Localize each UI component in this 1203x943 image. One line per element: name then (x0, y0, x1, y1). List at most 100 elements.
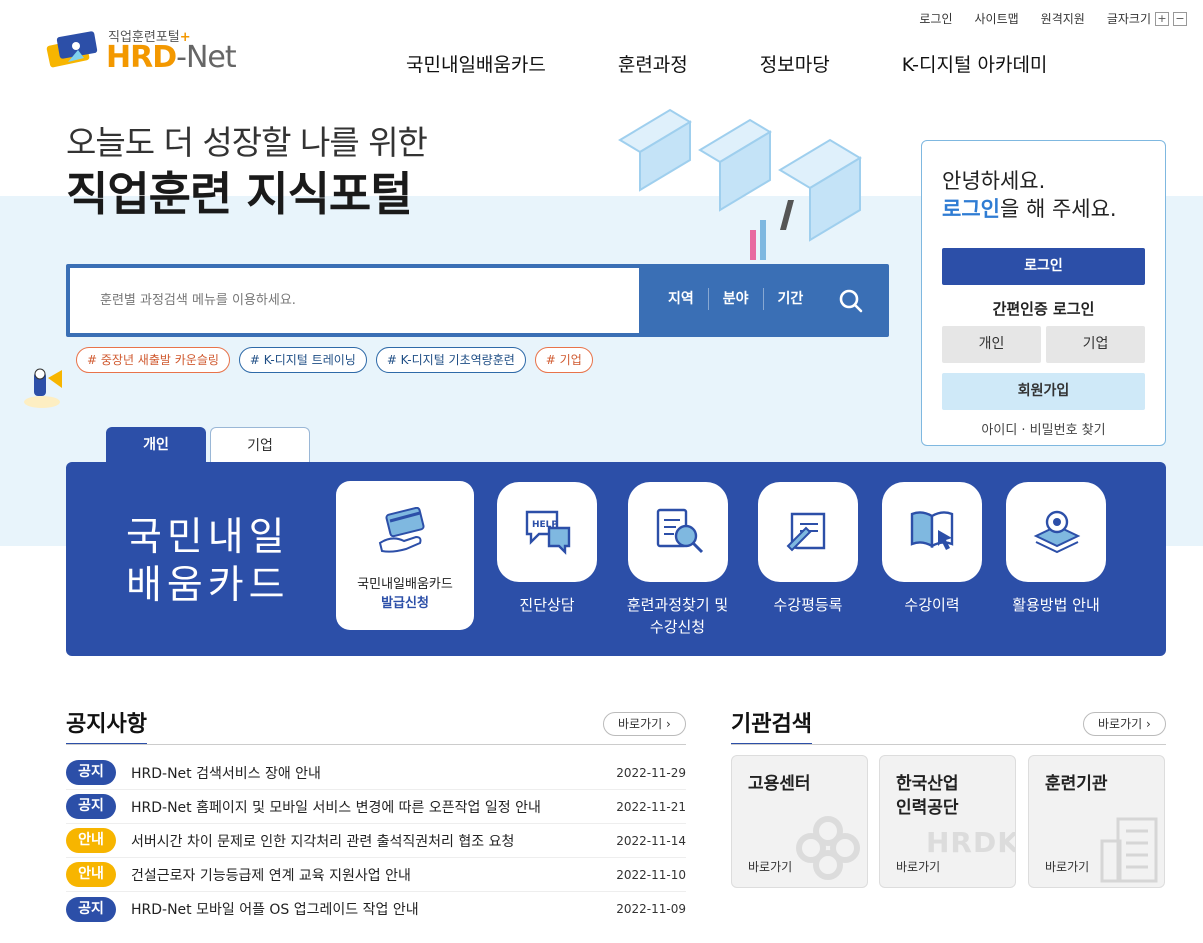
institution-divider (731, 744, 1166, 745)
course-search-label: 훈련과정찾기 및 수강신청 (626, 596, 729, 636)
history-label: 수강이력 (904, 596, 960, 614)
notice-badge: 공지 (66, 760, 116, 785)
clover-watermark-icon (796, 816, 860, 880)
institution-go-link[interactable]: 바로가기 (896, 858, 940, 875)
find-id-password-link[interactable]: 아이디 · 비밀번호 찾기 (922, 419, 1165, 438)
course-search-input[interactable] (70, 268, 639, 333)
notice-title[interactable]: 서버시간 차이 문제로 인한 지각처리 관련 출석직권처리 협조 요청 (131, 831, 616, 851)
tab-company[interactable]: 기업 (210, 427, 310, 463)
notice-badge: 안내 (66, 862, 116, 887)
card-issue-label-1: 국민내일배움카드 (357, 577, 453, 592)
naeil-card-panel: 국민내일 배움카드 국민내일배움카드 발급신청 HELP 진단상담 훈련과정찾기… (66, 462, 1166, 656)
notice-row[interactable]: 공지 HRD-Net 홈페이지 및 모바일 서비스 변경에 따른 오픈작업 일정… (66, 790, 686, 824)
gear-stack-icon (1033, 510, 1081, 554)
nav-naeil-card[interactable]: 국민내일배움카드 (370, 50, 582, 77)
institution-card-training-org[interactable]: 훈련기관 바로가기 (1028, 755, 1165, 888)
util-login-link[interactable]: 로그인 (919, 10, 952, 27)
institution-name: 훈련기관 (1045, 774, 1108, 794)
hrd-net-logo[interactable]: 직업훈련포털+ HRD-Net (46, 22, 246, 78)
service-history[interactable]: 수강이력 (882, 482, 982, 616)
institution-section-title: 기관검색 (731, 706, 812, 745)
scroll-pen-icon (786, 512, 826, 552)
font-size-control: 글자크기 + − (1107, 10, 1187, 27)
card-hand-icon (378, 507, 425, 553)
notice-date: 2022-11-09 (616, 902, 686, 916)
service-consulting[interactable]: HELP 진단상담 (497, 482, 597, 616)
notice-row[interactable]: 안내 서버시간 차이 문제로 인한 지각처리 관련 출석직권처리 협조 요청 2… (66, 824, 686, 858)
guide-tile[interactable] (1006, 482, 1106, 582)
notice-row[interactable]: 안내 건설근로자 기능등급제 연계 교육 지원사업 안내 2022-11-10 (66, 858, 686, 892)
hashtag-k-digital-training[interactable]: # K-디지털 트레이닝 (238, 347, 367, 373)
notice-badge: 공지 (66, 794, 116, 819)
building-watermark-icon (1100, 817, 1158, 883)
nav-info[interactable]: 정보마당 (724, 50, 866, 77)
consulting-tile[interactable]: HELP (497, 482, 597, 582)
filter-field[interactable]: 분야 (709, 288, 764, 310)
document-magnifier-icon (656, 508, 703, 554)
notice-row[interactable]: 공지 HRD-Net 모바일 어플 OS 업그레이드 작업 안내 2022-11… (66, 892, 686, 926)
card-issue-tile[interactable]: 국민내일배움카드 발급신청 (336, 481, 474, 630)
notice-title[interactable]: HRD-Net 모바일 어플 OS 업그레이드 작업 안내 (131, 899, 616, 919)
panel-title: 국민내일 배움카드 (126, 515, 290, 608)
course-search-bar: 지역 분야 기간 (66, 264, 889, 337)
service-guide[interactable]: 활용방법 안내 (996, 482, 1116, 616)
hashtag-list: # 중장년 새출발 카운슬링 # K-디지털 트레이닝 # K-디지털 기초역량… (76, 347, 593, 373)
util-sitemap-link[interactable]: 사이트맵 (974, 10, 1018, 27)
institution-go-link[interactable]: 바로가기 (748, 858, 792, 875)
course-search-tile[interactable] (627, 482, 728, 582)
notice-row[interactable]: 공지 HRD-Net 검색서비스 장애 안내 2022-11-29 (66, 756, 686, 790)
hashtag-k-digital-basic[interactable]: # K-디지털 기초역량훈련 (375, 347, 526, 373)
login-greeting: 안녕하세요. 로그인을 해 주세요. (942, 169, 1117, 221)
login-button[interactable]: 로그인 (942, 248, 1145, 285)
signup-button[interactable]: 회원가입 (942, 373, 1145, 410)
notice-title[interactable]: HRD-Net 검색서비스 장애 안내 (131, 763, 616, 783)
institution-name: 고용센터 (748, 774, 811, 794)
guide-label: 활용방법 안내 (1012, 596, 1100, 614)
util-remote-support-link[interactable]: 원격지원 (1041, 10, 1085, 27)
card-issue-service[interactable]: 국민내일배움카드 발급신청 (336, 481, 474, 630)
notice-section-title: 공지사항 (66, 706, 147, 745)
hashtag-company[interactable]: # 기업 (534, 347, 593, 373)
notice-date: 2022-11-29 (616, 765, 686, 780)
service-course-search[interactable]: 훈련과정찾기 및 수강신청 (610, 482, 745, 638)
notice-title[interactable]: HRD-Net 홈페이지 및 모바일 서비스 변경에 따른 오픈작업 일정 안내 (131, 797, 616, 817)
hrdk-watermark: HRDK (926, 826, 1016, 859)
notice-more-button[interactable]: 바로가기 › (603, 712, 686, 736)
institution-name: 한국산업 인력공단 (896, 774, 959, 818)
easy-login-personal-button[interactable]: 개인 (942, 326, 1041, 363)
font-increase-button[interactable]: + (1155, 11, 1169, 26)
service-review[interactable]: 수강평등록 (748, 482, 868, 616)
logo-mark-icon (46, 31, 98, 68)
book-cursor-icon (910, 511, 954, 550)
institution-card-employment-center[interactable]: 고용센터 바로가기 (731, 755, 868, 888)
card-issue-label-2: 발급신청 (381, 596, 429, 611)
institution-more-button[interactable]: 바로가기 › (1083, 712, 1166, 736)
filter-region[interactable]: 지역 (654, 288, 709, 310)
font-decrease-button[interactable]: − (1173, 11, 1187, 26)
easy-login-heading: 간편인증 로그인 (992, 300, 1095, 318)
nav-training-course[interactable]: 훈련과정 (582, 50, 724, 77)
nav-k-digital-academy[interactable]: K-디지털 아카데미 (866, 50, 1084, 77)
hero-subtitle: 오늘도 더 성장할 나를 위한 (66, 123, 428, 162)
main-navigation: 국민내일배움카드 훈련과정 정보마당 K-디지털 아카데미 (370, 50, 1083, 77)
filter-period[interactable]: 기간 (764, 288, 818, 310)
logo-wordmark: HRD-Net (106, 40, 237, 75)
help-bubble-icon: HELP (525, 510, 571, 555)
review-tile[interactable] (758, 482, 858, 582)
easy-login-company-button[interactable]: 기업 (1046, 326, 1145, 363)
notice-date: 2022-11-10 (616, 867, 686, 882)
utility-bar: 로그인 사이트맵 원격지원 글자크기 + − (919, 10, 1187, 27)
tab-personal[interactable]: 개인 (106, 427, 206, 463)
review-label: 수강평등록 (773, 596, 843, 614)
institution-card-hrdk[interactable]: 한국산업 인력공단 HRDK 바로가기 (879, 755, 1016, 888)
institution-go-link[interactable]: 바로가기 (1045, 858, 1089, 875)
notice-title[interactable]: 건설근로자 기능등급제 연계 교육 지원사업 안내 (131, 865, 616, 885)
history-tile[interactable] (882, 482, 982, 582)
login-box: 안녕하세요. 로그인을 해 주세요. 로그인 간편인증 로그인 개인 기업 회원… (921, 140, 1166, 446)
hero-title: 직업훈련 지식포털 (66, 167, 413, 221)
notice-date: 2022-11-21 (616, 799, 686, 814)
notice-date: 2022-11-14 (616, 833, 686, 848)
search-filters: 지역 분야 기간 (654, 288, 817, 310)
hashtag-midlife-counseling[interactable]: # 중장년 새출발 카운슬링 (76, 347, 230, 373)
search-icon[interactable] (836, 286, 866, 316)
